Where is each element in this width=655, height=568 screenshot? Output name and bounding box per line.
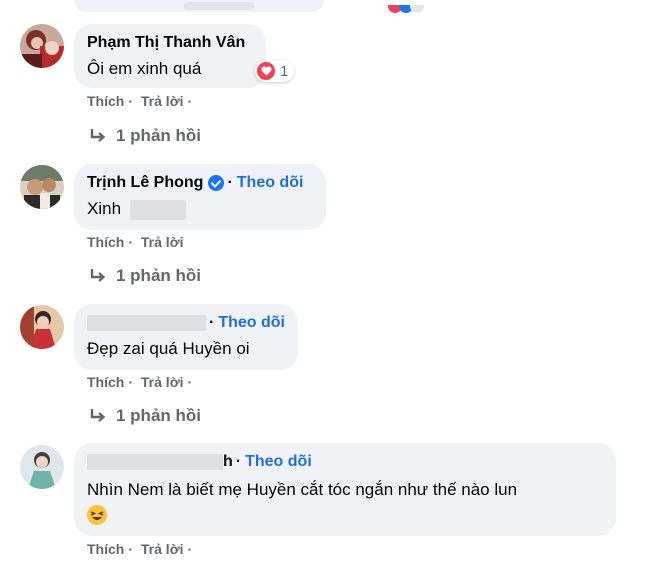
- replies-label: 1 phản hồi: [116, 406, 201, 425]
- replies-label: 1 phản hồi: [116, 266, 201, 285]
- view-replies[interactable]: 1 phản hồi: [89, 406, 201, 426]
- reply-link[interactable]: Trả lời: [141, 374, 184, 390]
- comment-actions: Thích · Trả lời ·: [87, 93, 196, 109]
- view-replies[interactable]: 1 phản hồi: [89, 266, 201, 286]
- separator: ·: [187, 374, 193, 390]
- comment-text: Xinh: [87, 199, 122, 218]
- reaction-number: 1: [280, 62, 289, 80]
- separator: ·: [128, 234, 134, 250]
- blurred-text: [184, 2, 254, 10]
- separator: ·: [128, 93, 134, 109]
- previous-comment-bubble: [74, 0, 324, 12]
- avatar[interactable]: [20, 24, 64, 68]
- replies-label: 1 phản hồi: [116, 126, 201, 145]
- comment-bubble: Trịnh Lê Phong · Theo dõi Xinh: [74, 164, 326, 230]
- reply-link[interactable]: Trả lời: [141, 541, 184, 557]
- author-name-fragment: h: [223, 453, 233, 470]
- separator: ·: [209, 314, 215, 331]
- previous-reactions[interactable]: [388, 0, 448, 13]
- heart-icon: [257, 62, 275, 80]
- comment-actions: Thích · Trả lời ·: [87, 541, 196, 557]
- author-name[interactable]: Phạm Thị Thanh Vân: [87, 33, 245, 53]
- separator: ·: [227, 174, 233, 191]
- verified-badge-icon: [208, 175, 225, 191]
- follow-link[interactable]: Theo dõi: [218, 313, 285, 333]
- separator: ·: [128, 541, 134, 557]
- separator: ·: [128, 374, 134, 390]
- author-name[interactable]: [87, 454, 223, 470]
- reply-link[interactable]: Trả lời: [141, 93, 184, 109]
- view-replies[interactable]: 1 phản hồi: [89, 126, 201, 146]
- laughing-emoji-icon: [87, 505, 107, 525]
- author-name[interactable]: [87, 315, 207, 331]
- comment-actions: Thích · Trả lời: [87, 234, 188, 250]
- follow-link[interactable]: Theo dõi: [237, 173, 304, 193]
- reaction-count[interactable]: 1: [255, 60, 295, 82]
- avatar[interactable]: [20, 445, 64, 489]
- like-link[interactable]: Thích: [87, 541, 124, 557]
- like-link[interactable]: Thích: [87, 234, 124, 250]
- separator: ·: [187, 541, 193, 557]
- reply-arrow-icon: [90, 129, 106, 142]
- like-link[interactable]: Thích: [87, 374, 124, 390]
- comment-text: Nhìn Nem là biết mẹ Huyền cắt tóc ngắn n…: [87, 480, 518, 499]
- reply-link[interactable]: Trả lời: [141, 234, 184, 250]
- author-name[interactable]: Trịnh Lê Phong: [87, 173, 203, 193]
- comment-actions: Thích · Trả lời ·: [87, 374, 196, 390]
- like-link[interactable]: Thích: [87, 93, 124, 109]
- blurred-text: [129, 199, 186, 220]
- separator: ·: [187, 93, 193, 109]
- comment-bubble: · Theo dõi Đẹp zai quá Huyền oi: [74, 304, 298, 370]
- follow-link[interactable]: Theo dõi: [245, 452, 312, 472]
- comment-bubble: Phạm Thị Thanh Vân Ôi em xinh quá: [74, 24, 266, 88]
- comment-text: Đẹp zai quá Huyền oi: [87, 339, 250, 358]
- reply-arrow-icon: [90, 409, 106, 422]
- avatar[interactable]: [20, 305, 64, 349]
- avatar[interactable]: [20, 165, 64, 209]
- comment-text: Ôi em xinh quá: [87, 59, 202, 78]
- comment-bubble: h · Theo dõi Nhìn Nem là biết mẹ Huyền c…: [74, 443, 616, 536]
- separator: ·: [235, 453, 242, 470]
- reply-arrow-icon: [90, 269, 106, 282]
